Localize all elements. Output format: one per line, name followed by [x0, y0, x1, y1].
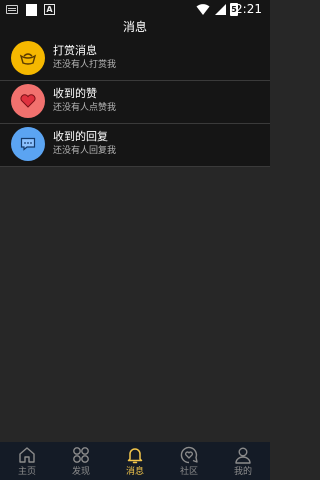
tab-label: 发现 [71, 467, 90, 477]
status-time: 2:21 [235, 2, 262, 16]
tab-label: 主页 [17, 467, 36, 477]
wifi-icon [196, 4, 210, 15]
message-item-tips[interactable]: 打赏消息 还没有人打赏我 [0, 38, 270, 81]
profile-icon [235, 447, 251, 464]
page-title: 消息 [122, 20, 147, 34]
tab-profile[interactable]: 我的 [216, 442, 270, 480]
message-list: 打赏消息 还没有人打赏我 收到的赞 还没有人点赞我 收到的回复 还没有人回复我 [0, 38, 270, 167]
message-item-replies[interactable]: 收到的回复 还没有人回复我 [0, 124, 270, 167]
tab-home[interactable]: 主页 [0, 442, 54, 480]
comment-icon [11, 127, 45, 161]
discover-grid-icon [73, 447, 89, 463]
message-item-likes[interactable]: 收到的赞 还没有人点赞我 [0, 81, 270, 124]
tab-label: 社区 [179, 467, 198, 477]
home-icon [19, 447, 35, 463]
message-title: 打赏消息 [53, 44, 97, 57]
message-subtitle: 还没有人打赏我 [53, 60, 117, 70]
cell-signal-icon [215, 4, 226, 15]
keyboard-icon [6, 5, 18, 14]
bell-icon [127, 448, 143, 464]
tab-label: 消息 [125, 467, 144, 477]
coin-ingot-icon [11, 41, 45, 75]
message-subtitle: 还没有人回复我 [53, 146, 117, 156]
message-title: 收到的赞 [53, 87, 97, 100]
tab-discover[interactable]: 发现 [54, 442, 108, 480]
message-title: 收到的回复 [53, 130, 108, 143]
tab-community[interactable]: 社区 [162, 442, 216, 480]
heart-icon [11, 84, 45, 118]
status-bar: A 5 2:21 [0, 0, 270, 20]
notification-a-icon: A [44, 4, 55, 15]
bottom-tab-bar: 主页 发现 消息 社区 我的 [0, 442, 270, 480]
message-subtitle: 还没有人点赞我 [53, 103, 117, 113]
title-bar: 消息 [0, 20, 270, 38]
tab-messages[interactable]: 消息 [108, 442, 162, 480]
community-heart-icon [180, 446, 198, 464]
tab-label: 我的 [233, 467, 252, 477]
notification-square-icon [26, 4, 37, 16]
